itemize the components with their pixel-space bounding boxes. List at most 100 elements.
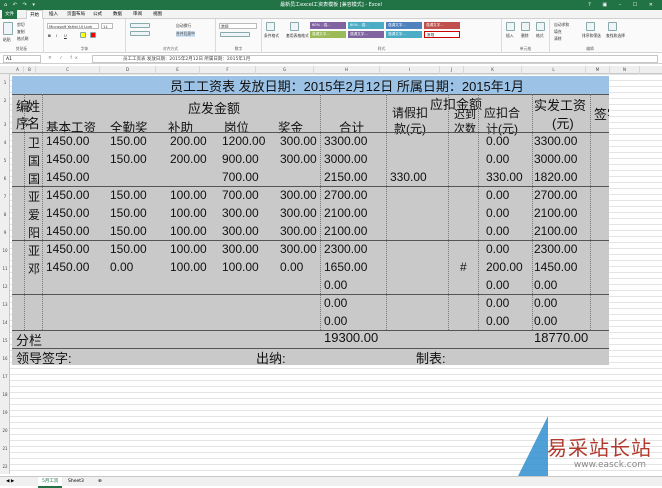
italic-button[interactable]: I <box>56 33 57 38</box>
table-cell[interactable]: 1450.00 <box>46 260 89 274</box>
font-color-icon[interactable] <box>90 32 96 38</box>
column-header[interactable]: L <box>522 66 586 74</box>
table-cell[interactable]: 300.00 <box>280 242 317 256</box>
table-cell[interactable]: 330.00 <box>390 170 427 184</box>
wrap-text-button[interactable]: 自动换行 <box>176 23 191 29</box>
number-format-select[interactable]: 常规 <box>219 23 257 29</box>
table-cell[interactable]: 1200.00 <box>222 134 265 148</box>
column-header[interactable]: H <box>314 66 380 74</box>
table-cell[interactable]: 2100.00 <box>534 224 577 238</box>
table-cell[interactable]: 2700.00 <box>534 188 577 202</box>
table-cell[interactable]: 150.00 <box>110 242 147 256</box>
tab-page-layout[interactable]: 页面布局 <box>64 10 88 19</box>
table-cell[interactable]: 300.00 <box>222 206 259 220</box>
paste-icon[interactable] <box>3 22 13 35</box>
row-header[interactable]: 6 <box>0 176 10 181</box>
table-cell[interactable]: 300.00 <box>222 242 259 256</box>
tab-view[interactable]: 视图 <box>150 10 165 19</box>
row-header[interactable]: 11 <box>0 266 10 271</box>
row-header[interactable]: 19 <box>0 410 10 415</box>
table-cell[interactable]: 1450.00 <box>46 134 89 148</box>
table-cell[interactable]: 2300.00 <box>324 242 367 256</box>
employee-name-cell[interactable]: 亚 <box>28 188 40 205</box>
tab-file[interactable]: 文件 <box>2 10 17 19</box>
sort-filter-icon[interactable] <box>586 22 595 31</box>
table-cell[interactable]: 2100.00 <box>324 206 367 220</box>
conditional-format-icon[interactable] <box>266 22 275 31</box>
table-cell[interactable]: 100.00 <box>170 242 207 256</box>
employee-name-cell[interactable]: 爱 <box>28 206 40 223</box>
column-header[interactable]: F <box>200 66 256 74</box>
table-cell[interactable]: 1450.00 <box>46 188 89 202</box>
table-cell[interactable]: 0.00 <box>486 134 509 148</box>
table-cell[interactable]: 0.00 <box>486 242 509 256</box>
tab-home[interactable]: 开始 <box>26 10 43 19</box>
table-cell[interactable]: 2100.00 <box>534 206 577 220</box>
column-header[interactable]: J <box>440 66 464 74</box>
row-header[interactable]: 15 <box>0 338 10 343</box>
row-header[interactable]: 5 <box>0 158 10 163</box>
row-header[interactable]: 20 <box>0 428 10 433</box>
cell-style-item[interactable]: 60% - 强... <box>310 22 346 29</box>
table-cell[interactable]: 150.00 <box>110 224 147 238</box>
cell-style-item[interactable]: 强调文字... <box>310 31 346 38</box>
table-cell[interactable]: 0.00 <box>324 314 347 328</box>
table-cell[interactable]: 150.00 <box>110 152 147 166</box>
conditional-format-button[interactable]: 条件格式 <box>264 33 279 39</box>
number-format-icons[interactable] <box>220 32 250 37</box>
table-cell[interactable]: 330.00 <box>486 170 523 184</box>
table-cell[interactable]: 1450.00 <box>534 260 577 274</box>
table-cell[interactable]: 0.00 <box>486 188 509 202</box>
table-format-button[interactable]: 套用表格格式 <box>286 33 309 39</box>
table-cell[interactable]: 2700.00 <box>324 188 367 202</box>
align-top-icon[interactable] <box>130 23 150 28</box>
tab-insert[interactable]: 插入 <box>46 10 61 19</box>
table-cell[interactable]: 150.00 <box>110 134 147 148</box>
insert-cell-icon[interactable] <box>506 22 515 31</box>
column-header[interactable]: D <box>100 66 156 74</box>
table-cell[interactable]: 300.00 <box>222 224 259 238</box>
table-cell[interactable]: 0.00 <box>486 152 509 166</box>
table-cell[interactable]: 0.00 <box>486 206 509 220</box>
table-cell[interactable]: 200.00 <box>170 152 207 166</box>
row-header[interactable]: 13 <box>0 302 10 307</box>
table-cell[interactable]: 0.00 <box>110 260 133 274</box>
column-header[interactable]: G <box>256 66 314 74</box>
column-header[interactable]: C <box>36 66 100 74</box>
sheet-tab-sheet3[interactable]: Sheet3 <box>68 477 84 486</box>
table-cell[interactable]: 3000.00 <box>534 152 577 166</box>
tab-review[interactable]: 审阅 <box>130 10 145 19</box>
table-cell[interactable]: 300.00 <box>280 152 317 166</box>
row-header[interactable]: 7 <box>0 194 10 199</box>
salary-table[interactable]: 员工工资表 发放日期：2015年2月12日 所属日期：2015年1月 编 序 姓… <box>12 76 609 365</box>
table-cell[interactable]: 150.00 <box>110 188 147 202</box>
merge-center-button[interactable]: 合并后居中 <box>176 31 195 37</box>
sheet-nav-arrows[interactable]: ◀ ▶ <box>6 477 14 486</box>
table-cell[interactable]: 0.00 <box>280 260 303 274</box>
row-header[interactable]: 14 <box>0 320 10 325</box>
table-cell[interactable]: 0.00 <box>534 278 557 292</box>
employee-name-cell[interactable]: 邓 <box>28 260 40 277</box>
employee-name-cell[interactable]: 亚 <box>28 242 40 259</box>
table-cell[interactable]: 100.00 <box>170 206 207 220</box>
align-left-icon[interactable] <box>130 31 150 36</box>
table-cell[interactable]: 150.00 <box>110 206 147 220</box>
column-header[interactable]: M <box>586 66 610 74</box>
font-size-select[interactable]: 11 <box>101 23 113 29</box>
table-cell[interactable]: 300.00 <box>280 134 317 148</box>
cell-style-item[interactable]: 强调文字... <box>424 22 460 29</box>
table-cell[interactable]: 300.00 <box>280 224 317 238</box>
cut-button[interactable]: 剪切 <box>17 22 25 28</box>
table-cell[interactable]: 0.00 <box>486 296 509 310</box>
row-header[interactable]: 16 <box>0 356 10 361</box>
table-cell[interactable]: 200.00 <box>170 134 207 148</box>
table-cell[interactable]: 0.00 <box>486 314 509 328</box>
format-button[interactable]: 格式 <box>536 33 544 39</box>
employee-name-cell[interactable]: 阳 <box>28 224 40 241</box>
fill-button[interactable]: 填充 <box>554 29 562 35</box>
table-cell[interactable]: 3300.00 <box>324 134 367 148</box>
column-header[interactable]: A <box>12 66 24 74</box>
table-cell[interactable]: 1450.00 <box>46 170 89 184</box>
autosum-button[interactable]: 自动求和 <box>554 22 569 28</box>
clear-button[interactable]: 清除 <box>554 36 562 42</box>
